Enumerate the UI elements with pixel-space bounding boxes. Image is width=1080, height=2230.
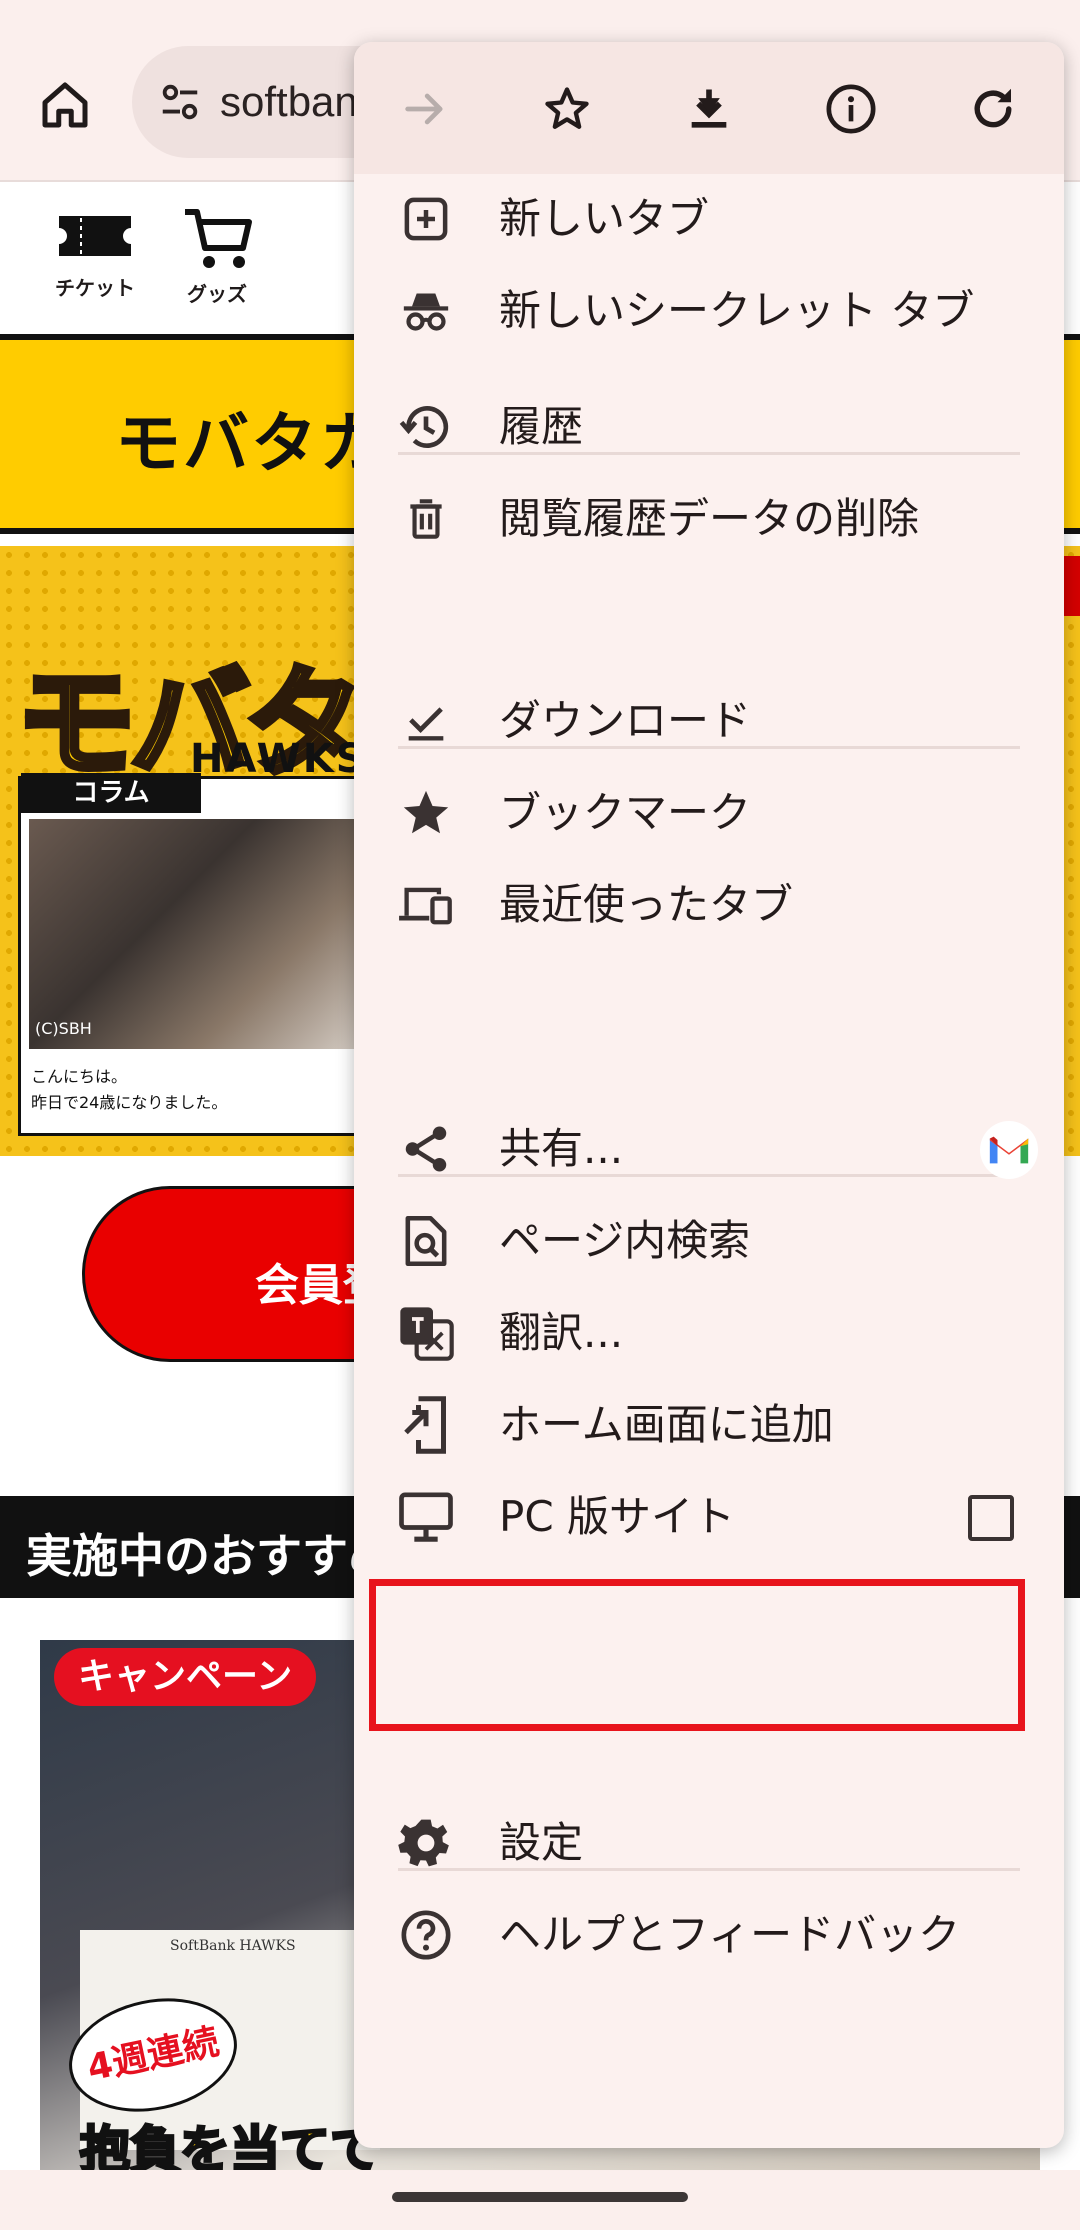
gesture-handle[interactable] — [392, 2192, 688, 2202]
trash-icon — [398, 491, 454, 547]
menu-item-desktop-site[interactable]: PC 版サイト — [354, 1452, 1064, 1582]
menu-item-label: ホーム画面に追加 — [499, 1400, 834, 1449]
menu-item-label: ダウンロード — [499, 696, 752, 745]
section-title: 実施中のおすすめ — [26, 1529, 394, 1583]
campaign-catch: 抱負を当てて — [79, 2120, 382, 2171]
info-icon — [823, 81, 879, 137]
devices-icon — [398, 877, 454, 933]
download-page-button[interactable] — [674, 74, 744, 144]
reload-icon — [966, 82, 1020, 136]
menu-item-label: 翻訳... — [499, 1308, 624, 1357]
help-icon — [398, 1907, 454, 1963]
desktop-site-checkbox[interactable] — [968, 1495, 1014, 1541]
star-icon — [541, 83, 593, 135]
home-icon — [35, 75, 95, 135]
page-info-button[interactable] — [816, 74, 886, 144]
reload-button[interactable] — [958, 74, 1028, 144]
find-in-page-icon — [398, 1213, 454, 1269]
menu-item-label: 設定 — [499, 1818, 584, 1867]
share-icon — [398, 1121, 454, 1177]
campaign-pill: キャンペーン — [54, 1648, 317, 1706]
menu-item-clear-browsing-data[interactable]: 閲覧履歴データの削除 — [354, 454, 1064, 584]
home-button[interactable] — [30, 70, 100, 140]
downloads-icon — [398, 693, 454, 749]
menu-item-new-incognito-tab[interactable]: 新しいシークレット タブ — [354, 246, 1064, 376]
menu-item-label: ブックマーク — [499, 788, 752, 837]
settings-gear-icon — [398, 1815, 454, 1871]
overflow-menu: 新しいタブ 新しいシークレット タブ 履歴 閲覧履歴データの削除 ダウンロード … — [354, 42, 1064, 2148]
forward-icon — [399, 83, 451, 135]
menu-item-label: ページ内検索 — [499, 1216, 751, 1265]
gmail-icon[interactable] — [980, 1121, 1038, 1179]
menu-item-label: 履歴 — [499, 402, 584, 451]
menu-item-label: 閲覧履歴データの削除 — [499, 494, 920, 543]
goods-label: グッズ — [187, 282, 247, 306]
menu-item-label: 共有... — [499, 1124, 624, 1173]
incognito-icon — [398, 283, 454, 339]
ticket-label: チケット — [55, 276, 135, 300]
new-tab-icon — [398, 191, 454, 247]
banner-title: モバタカ — [115, 405, 387, 482]
column-tag: コラム — [21, 773, 201, 813]
history-icon — [398, 399, 454, 455]
bookmark-star-icon — [398, 785, 454, 841]
column-caption-2: 昨日で24歳になりました。 — [31, 1093, 228, 1112]
bookmark-page-button[interactable] — [532, 74, 602, 144]
column-photo — [29, 819, 369, 1049]
forward-button[interactable] — [390, 74, 460, 144]
translate-icon — [398, 1305, 454, 1361]
menu-item-recent-tabs[interactable]: 最近使ったタブ — [354, 840, 1064, 970]
menu-item-label: 新しいタブ — [499, 194, 710, 243]
cart-icon — [162, 208, 272, 270]
ticket-icon — [40, 208, 150, 264]
ticket-link[interactable]: チケット — [40, 208, 150, 301]
goods-link[interactable]: グッズ — [162, 208, 272, 307]
menu-item-label: PC 版サイト — [499, 1492, 736, 1541]
add-to-home-icon — [398, 1396, 454, 1454]
column-card[interactable]: コラム (C)SBH こんにちは。 昨日で24歳になりました。 — [18, 773, 378, 1136]
download-icon — [683, 83, 735, 135]
desktop-icon — [398, 1489, 454, 1545]
site-settings-icon[interactable] — [154, 76, 206, 128]
board-text: SoftBank HAWKS — [170, 1938, 296, 1954]
menu-item-label: ヘルプとフィードバック — [499, 1910, 961, 1959]
menu-item-help-feedback[interactable]: ヘルプとフィードバック — [354, 1870, 1064, 2000]
menu-item-label: 新しいシークレット タブ — [499, 286, 975, 335]
photo-credit: (C)SBH — [35, 1019, 92, 1038]
gesture-bar — [0, 2170, 1080, 2230]
menu-item-label: 最近使ったタブ — [499, 880, 794, 929]
column-caption-1: こんにちは。 — [31, 1067, 128, 1086]
